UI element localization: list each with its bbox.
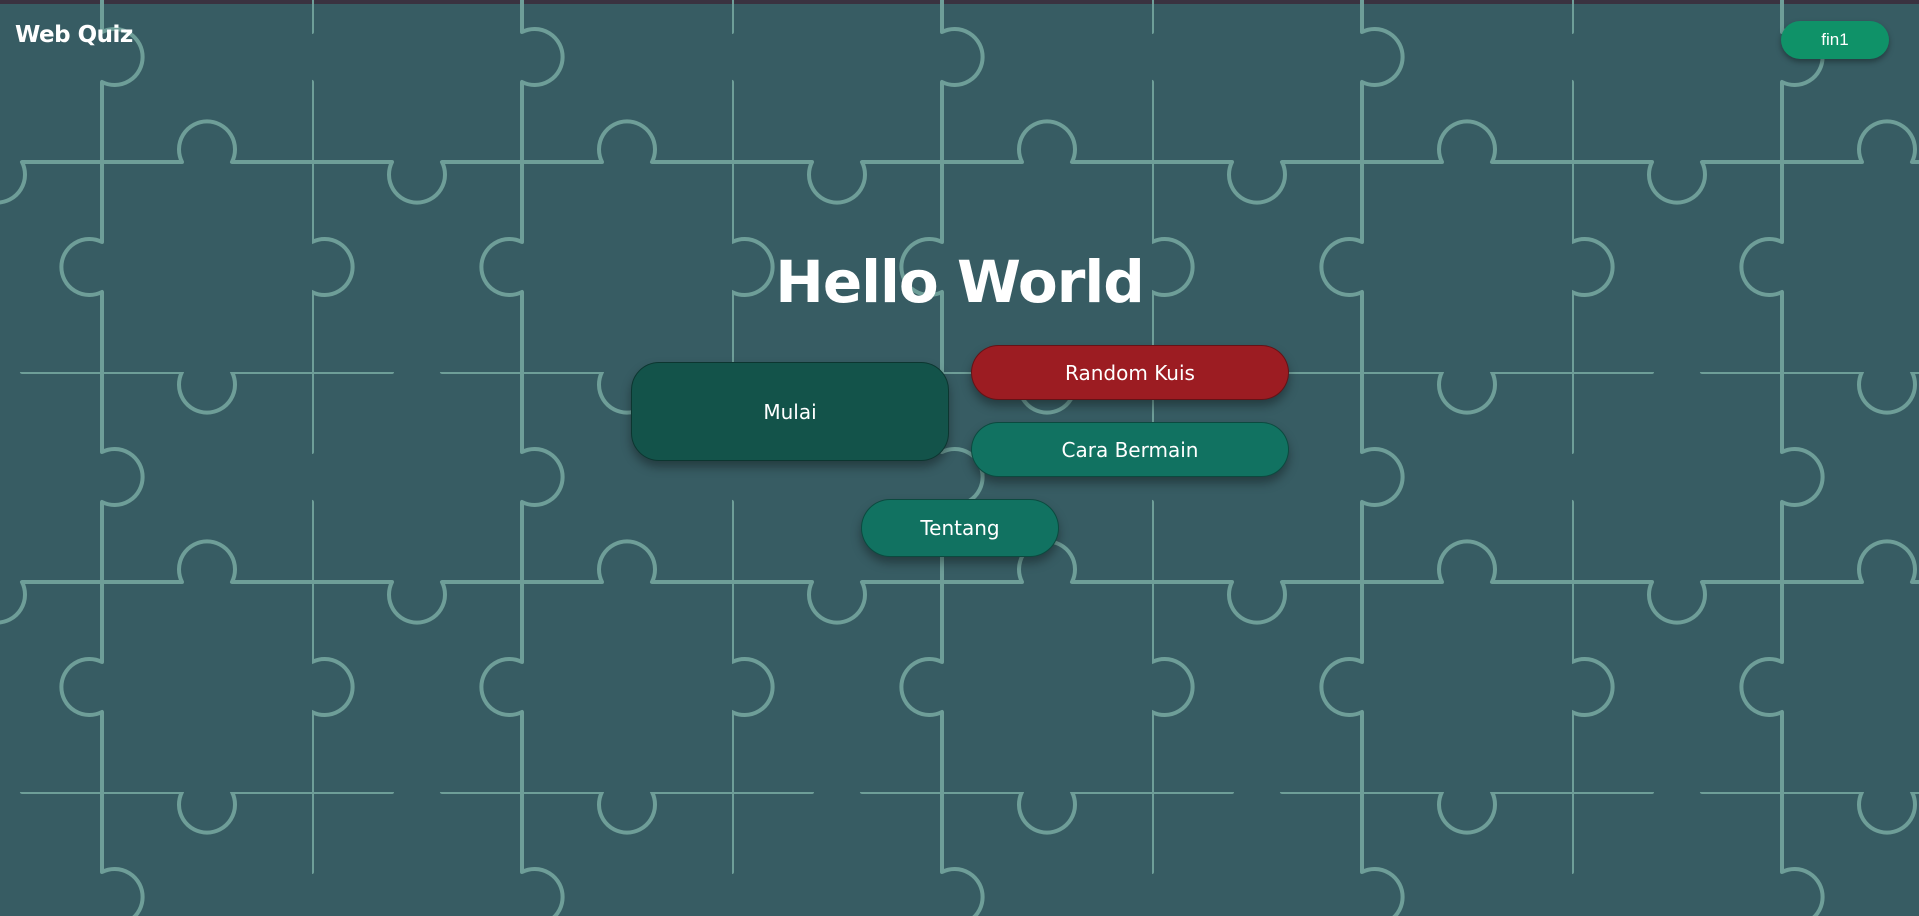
start-button[interactable]: Mulai	[631, 362, 949, 461]
how-to-play-button[interactable]: Cara Bermain	[971, 422, 1289, 477]
app-brand[interactable]: Web Quiz	[15, 22, 133, 48]
user-account-button[interactable]: fin1	[1781, 21, 1889, 59]
about-button[interactable]: Tentang	[861, 499, 1059, 557]
page-title: Hello World	[775, 248, 1144, 316]
window-top-strip	[0, 0, 1919, 4]
puzzle-pattern-background	[0, 0, 1919, 916]
random-quiz-button[interactable]: Random Kuis	[971, 345, 1289, 400]
